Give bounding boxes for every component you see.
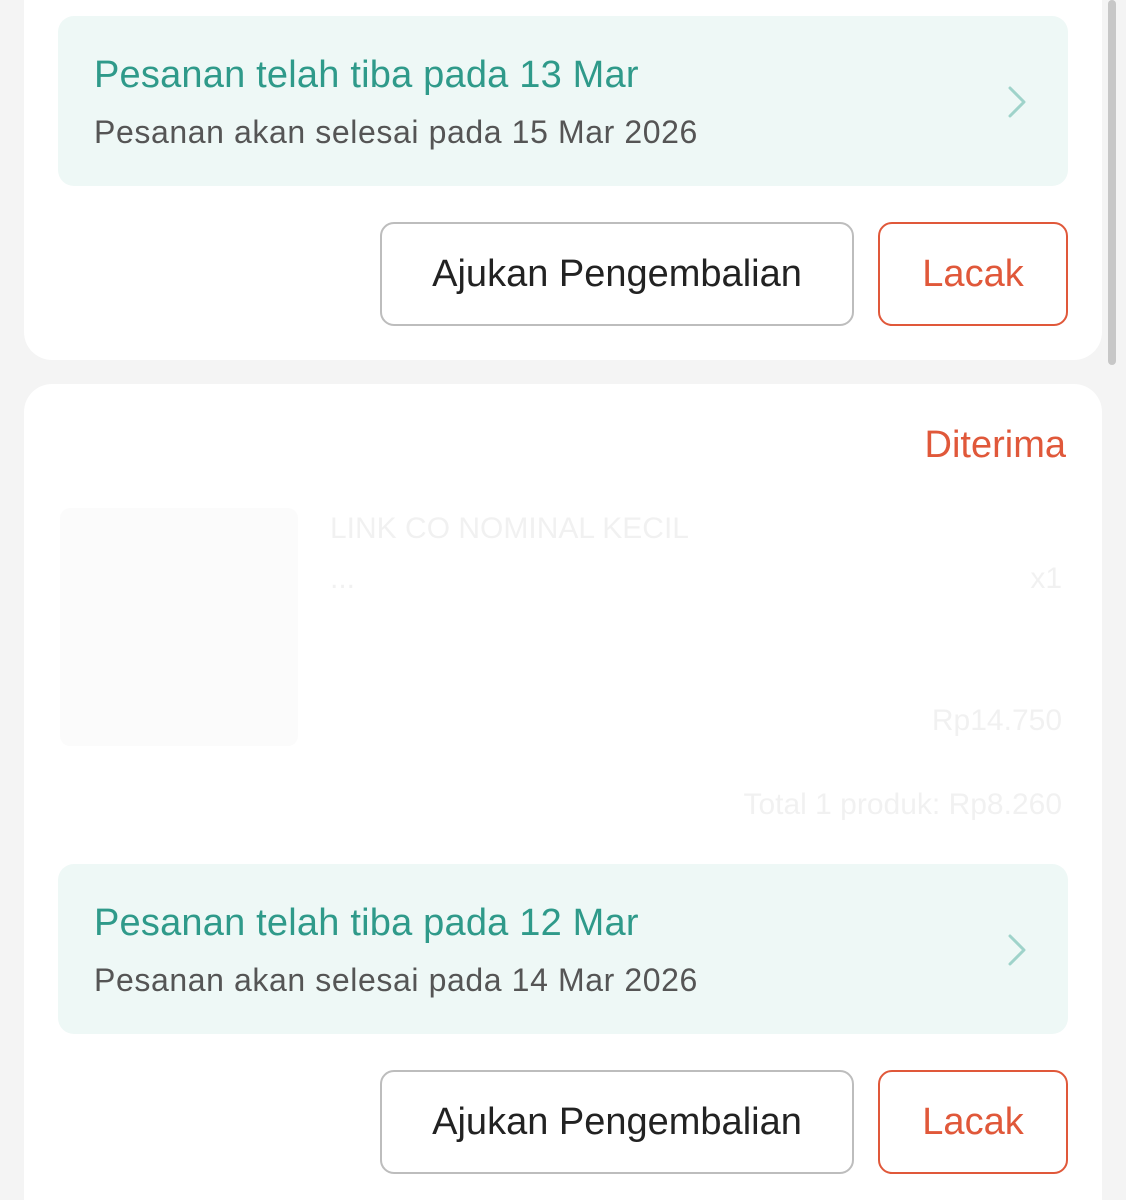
delivery-status-banner[interactable]: Pesanan telah tiba pada 12 Mar Pesanan a… <box>58 864 1068 1034</box>
product-thumbnail[interactable] <box>60 508 298 746</box>
delivery-subtitle: Pesanan akan selesai pada 14 Mar 2026 <box>94 962 698 998</box>
order-status: Diterima <box>924 424 1066 466</box>
chevron-right-icon <box>1008 934 1026 966</box>
delivery-title: Pesanan telah tiba pada 12 Mar <box>94 902 639 944</box>
return-request-button[interactable]: Ajukan Pengembalian <box>380 222 854 326</box>
return-request-button[interactable]: Ajukan Pengembalian <box>380 1070 854 1174</box>
delivery-subtitle: Pesanan akan selesai pada 15 Mar 2026 <box>94 114 698 150</box>
product-name: LINK CO NOMINAL KECIL <box>330 512 689 545</box>
order-list: Pesanan telah tiba pada 13 Mar Pesanan a… <box>0 0 1126 1200</box>
product-variant: ... <box>330 562 356 595</box>
track-button[interactable]: Lacak <box>878 1070 1068 1174</box>
order-card: Pesanan telah tiba pada 13 Mar Pesanan a… <box>24 0 1102 360</box>
product-price: Rp14.750 <box>931 704 1062 737</box>
chevron-right-icon <box>1008 86 1026 118</box>
order-card: Diterima LINK CO NOMINAL KECIL ... x1 Rp… <box>24 384 1102 1200</box>
scrollbar[interactable] <box>1108 0 1116 365</box>
delivery-title: Pesanan telah tiba pada 13 Mar <box>94 54 639 96</box>
order-total: Total 1 produk: Rp8.260 <box>743 788 1062 821</box>
track-button[interactable]: Lacak <box>878 222 1068 326</box>
delivery-status-banner[interactable]: Pesanan telah tiba pada 13 Mar Pesanan a… <box>58 16 1068 186</box>
product-quantity: x1 <box>1030 562 1062 595</box>
